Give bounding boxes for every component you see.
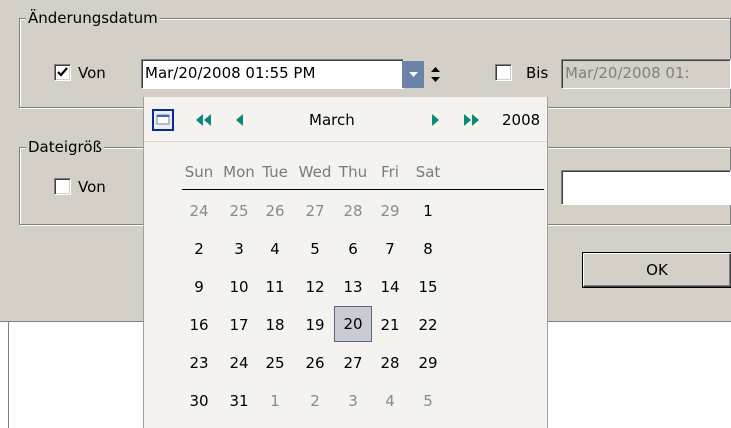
calendar-day[interactable]: 1 xyxy=(256,390,294,412)
time-spin-buttons[interactable] xyxy=(427,61,443,88)
calendar-day[interactable]: 16 xyxy=(180,314,218,336)
calendar-day[interactable]: 11 xyxy=(256,276,294,298)
calendar-day[interactable]: 31 xyxy=(220,390,258,412)
calendar-day[interactable]: 17 xyxy=(220,314,258,336)
size-from-label: Von xyxy=(78,178,106,196)
right-arrow-icon xyxy=(432,113,439,126)
calendar-day[interactable]: 30 xyxy=(180,390,218,412)
weekday-header: Tue xyxy=(262,163,288,181)
changed-to-label: Bis xyxy=(526,64,549,82)
calendar-day[interactable]: 26 xyxy=(296,352,334,374)
date-dropdown-button[interactable] xyxy=(402,61,424,88)
calendar-day[interactable]: 13 xyxy=(334,276,372,298)
spin-up-icon[interactable] xyxy=(430,66,440,73)
calendar-popup: March 2008 Sun Mon Tue Wed Thu Fri Sat 24 25 26 27… xyxy=(143,97,548,428)
weekday-separator xyxy=(182,189,544,190)
calendar-day[interactable]: 15 xyxy=(409,276,447,298)
weekday-header: Sun xyxy=(184,163,214,181)
calendar-day[interactable]: 28 xyxy=(371,352,409,374)
calendar-day[interactable]: 2 xyxy=(180,238,218,260)
changed-from-label: Von xyxy=(78,64,106,82)
calendar-day[interactable]: 5 xyxy=(409,390,447,412)
calendar-day-selected[interactable]: 20 xyxy=(334,306,372,342)
left-arrow-icon xyxy=(236,113,243,126)
calendar-day[interactable]: 4 xyxy=(256,238,294,260)
calendar-day[interactable]: 24 xyxy=(220,352,258,374)
weekday-header: Wed xyxy=(298,163,332,181)
calendar-day[interactable]: 23 xyxy=(180,352,218,374)
spin-down-icon[interactable] xyxy=(430,76,440,83)
year-label[interactable]: 2008 xyxy=(502,97,540,142)
weekday-header: Mon xyxy=(223,163,255,181)
calendar-day[interactable]: 7 xyxy=(371,238,409,260)
weekday-header: Thu xyxy=(338,163,368,181)
size-to-field[interactable] xyxy=(561,170,731,205)
calendar-today-icon xyxy=(152,108,174,131)
calendar-day[interactable]: 27 xyxy=(296,200,334,222)
calendar-day[interactable]: 6 xyxy=(334,238,372,260)
calendar-day[interactable]: 29 xyxy=(371,200,409,222)
results-area-border xyxy=(8,322,10,428)
calendar-day[interactable]: 26 xyxy=(256,200,294,222)
calendar-day[interactable]: 12 xyxy=(296,276,334,298)
next-year-button[interactable] xyxy=(463,97,479,142)
changed-from-date-field[interactable]: Mar/20/2008 01:55 PM xyxy=(141,59,404,89)
group-changed-date-legend: Änderungsdatum xyxy=(26,9,160,27)
checkmark-icon xyxy=(57,67,68,77)
calendar-day[interactable]: 10 xyxy=(220,276,258,298)
prev-year-button[interactable] xyxy=(196,97,212,142)
calendar-day[interactable]: 25 xyxy=(220,200,258,222)
calendar-day[interactable]: 19 xyxy=(296,314,334,336)
calendar-day[interactable]: 18 xyxy=(256,314,294,336)
calendar-day[interactable]: 21 xyxy=(371,314,409,336)
calendar-day[interactable]: 5 xyxy=(296,238,334,260)
ok-button-label: OK xyxy=(646,261,668,279)
calendar-day[interactable]: 3 xyxy=(220,238,258,260)
calendar-day[interactable]: 4 xyxy=(371,390,409,412)
prev-month-button[interactable] xyxy=(236,97,244,142)
ok-button[interactable]: OK xyxy=(583,253,731,287)
calendar-day[interactable]: 27 xyxy=(334,352,372,374)
calendar-day[interactable]: 3 xyxy=(334,390,372,412)
calendar-day[interactable]: 28 xyxy=(334,200,372,222)
changed-to-date-field[interactable]: Mar/20/2008 01: xyxy=(561,59,731,89)
double-left-arrow-icon xyxy=(196,113,211,126)
size-from-checkbox[interactable] xyxy=(54,178,71,195)
group-file-size-legend: Dateigröß xyxy=(26,138,105,156)
calendar-day[interactable]: 9 xyxy=(180,276,218,298)
calendar-day[interactable]: 2 xyxy=(296,390,334,412)
weekday-header: Fri xyxy=(381,163,399,181)
calendar-day[interactable]: 8 xyxy=(409,238,447,260)
calendar-header: March 2008 xyxy=(144,97,547,142)
changed-from-checkbox[interactable] xyxy=(54,64,71,81)
calendar-day[interactable]: 1 xyxy=(409,200,447,222)
calendar-day[interactable]: 29 xyxy=(409,352,447,374)
calendar-day[interactable]: 24 xyxy=(180,200,218,222)
weekday-header: Sat xyxy=(415,163,441,181)
today-button[interactable] xyxy=(152,97,174,142)
double-right-arrow-icon xyxy=(464,113,479,126)
month-label[interactable]: March xyxy=(309,97,355,142)
calendar-day[interactable]: 22 xyxy=(409,314,447,336)
chevron-down-icon xyxy=(408,71,418,77)
calendar-day[interactable]: 14 xyxy=(371,276,409,298)
calendar-day[interactable]: 25 xyxy=(256,352,294,374)
changed-to-checkbox[interactable] xyxy=(495,64,512,81)
next-month-button[interactable] xyxy=(431,97,439,142)
